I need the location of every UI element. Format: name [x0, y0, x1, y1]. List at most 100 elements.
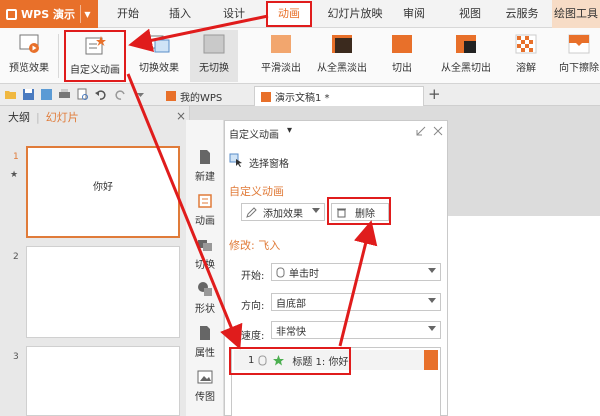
slide-canvas[interactable]: [448, 216, 600, 416]
no-transition-button[interactable]: 无切换: [190, 30, 238, 82]
tab-document[interactable]: 演示文稿1 *: [254, 86, 424, 106]
chevron-down-icon: [428, 298, 436, 303]
slide-number: 3: [13, 352, 19, 362]
speed-select[interactable]: 非常快: [271, 321, 441, 339]
wipe-down-button[interactable]: 向下擦除: [558, 30, 600, 82]
tab-design[interactable]: 设计: [214, 0, 254, 28]
start-select[interactable]: 单击时: [271, 263, 441, 281]
transition-effect-button[interactable]: 切换效果: [134, 30, 184, 82]
sidebar-transition-label: 切换: [195, 260, 215, 271]
cut-from-black-label: 从全黑切出: [441, 63, 491, 74]
export-icon[interactable]: [40, 88, 53, 101]
no-transition-icon: [203, 34, 225, 54]
chevron-down-icon[interactable]: [134, 88, 147, 101]
smooth-fade-button[interactable]: 平滑淡出: [254, 30, 308, 82]
cut-out-button[interactable]: 切出: [382, 30, 422, 82]
tab-slideshow[interactable]: 幻灯片放映: [322, 0, 388, 28]
dock-icon[interactable]: [415, 125, 427, 137]
image-icon: [197, 370, 213, 384]
cut-from-black-button[interactable]: 从全黑切出: [436, 30, 496, 82]
tab-insert[interactable]: 插入: [160, 0, 200, 28]
direction-select[interactable]: 自底部: [271, 293, 441, 311]
properties-icon: [200, 326, 210, 340]
direction-value: 自底部: [276, 298, 306, 310]
presentation-icon: [261, 91, 271, 102]
wipe-down-label: 向下擦除: [559, 63, 599, 74]
tab-cloud[interactable]: 云服务: [502, 0, 542, 28]
redo-icon[interactable]: [114, 88, 127, 101]
chevron-down-icon[interactable]: ▾: [287, 125, 292, 136]
chevron-down-icon: [428, 268, 436, 273]
start-value: 单击时: [289, 268, 319, 280]
transition-icon: [148, 35, 170, 53]
sidebar-new-label: 新建: [195, 172, 215, 183]
open-folder-icon[interactable]: [4, 88, 17, 101]
effect-highlight-box: [229, 347, 351, 375]
chevron-down-icon[interactable]: ▼: [80, 5, 94, 23]
preview-effect-button[interactable]: 预览效果: [4, 30, 54, 82]
selection-pane-link[interactable]: 选择窗格: [249, 155, 289, 170]
custom-animation-pane: 自定义动画 ▾ 选择窗格 自定义动画 添加效果 删除 修改: 飞入 开始: 单击…: [224, 120, 448, 416]
sidebar-shape-button[interactable]: 形状: [186, 276, 224, 320]
tab-review[interactable]: 审阅: [396, 0, 432, 28]
tab-animation[interactable]: 动画: [266, 1, 312, 27]
pane-title: 自定义动画: [229, 130, 279, 141]
smooth-fade-icon: [271, 35, 291, 53]
new-document-icon: [200, 150, 210, 164]
menu-bar: WPS 演示 ▼ 开始 插入 设计 动画 幻灯片放映 审阅 视图 云服务 绘图工…: [0, 0, 600, 28]
mouse-icon: [276, 267, 285, 277]
panel-tabs: 大纲 | 幻灯片 ×: [0, 106, 190, 128]
app-menu-button[interactable]: WPS 演示 ▼: [0, 0, 98, 28]
fade-from-black-label: 从全黑淡出: [317, 63, 367, 74]
print-icon[interactable]: [58, 88, 71, 101]
sidebar-shape-label: 形状: [195, 304, 215, 315]
save-icon[interactable]: [22, 88, 35, 101]
speed-value: 非常快: [276, 326, 306, 338]
wps-logo-icon: [6, 8, 17, 20]
fade-from-black-icon: [332, 35, 352, 53]
delete-highlight-box: [327, 197, 391, 225]
dissolve-button[interactable]: 溶解: [506, 30, 546, 82]
smooth-fade-label: 平滑淡出: [261, 63, 301, 74]
dissolve-label: 溶解: [516, 63, 536, 74]
transition-effect-label: 切换效果: [139, 63, 179, 74]
new-tab-button[interactable]: +: [428, 85, 441, 103]
tab-view[interactable]: 视图: [452, 0, 488, 28]
selection-pane-icon: [229, 153, 242, 167]
tab-slides[interactable]: 幻灯片: [46, 109, 79, 125]
document-tab-bar: 我的WPS 演示文稿1 * +: [0, 84, 600, 106]
undo-icon[interactable]: [94, 88, 107, 101]
ribbon-divider: [58, 34, 59, 78]
slide-panel: 大纲 | 幻灯片 × 1 ★ 你好 2 3: [0, 106, 190, 416]
tab-start[interactable]: 开始: [108, 0, 148, 28]
cut-from-black-icon: [456, 35, 476, 53]
sidebar-upload-image-button[interactable]: 传图: [186, 364, 224, 408]
tab-drawing-tools[interactable]: 绘图工具: [552, 0, 600, 28]
ribbon: 预览效果 自定义动画 切换效果 无切换 平滑淡出 从全黑淡出 切出 从全黑切出 …: [0, 28, 600, 84]
effect-menu-button[interactable]: [424, 350, 438, 370]
custom-animation-icon: [85, 36, 106, 55]
print-preview-icon[interactable]: [76, 88, 89, 101]
sidebar-upload-image-label: 传图: [195, 392, 215, 403]
chevron-down-icon: [312, 208, 320, 213]
sidebar-new-button[interactable]: 新建: [186, 144, 224, 188]
add-effect-label: 添加效果: [263, 208, 303, 220]
dissolve-icon: [515, 34, 537, 54]
preview-icon: [19, 34, 39, 53]
close-icon[interactable]: ×: [176, 109, 186, 123]
add-effect-dropdown[interactable]: 添加效果: [241, 203, 325, 221]
custom-animation-button[interactable]: 自定义动画: [64, 30, 126, 82]
tab-outline[interactable]: 大纲: [8, 109, 30, 125]
sidebar-transition-button[interactable]: 切换: [186, 232, 224, 276]
no-transition-label: 无切换: [199, 63, 229, 74]
sidebar-properties-button[interactable]: 属性: [186, 320, 224, 364]
tab-divider: |: [36, 110, 40, 124]
cut-out-icon: [392, 35, 412, 53]
slide-thumbnail[interactable]: [26, 346, 180, 416]
fade-from-black-button[interactable]: 从全黑淡出: [312, 30, 372, 82]
slide-thumbnail[interactable]: [26, 246, 180, 338]
slide-thumbnail[interactable]: 你好: [26, 146, 180, 238]
sidebar-animation-button[interactable]: 动画: [186, 188, 224, 232]
tab-my-wps[interactable]: 我的WPS: [160, 86, 228, 106]
close-icon[interactable]: [432, 125, 444, 137]
